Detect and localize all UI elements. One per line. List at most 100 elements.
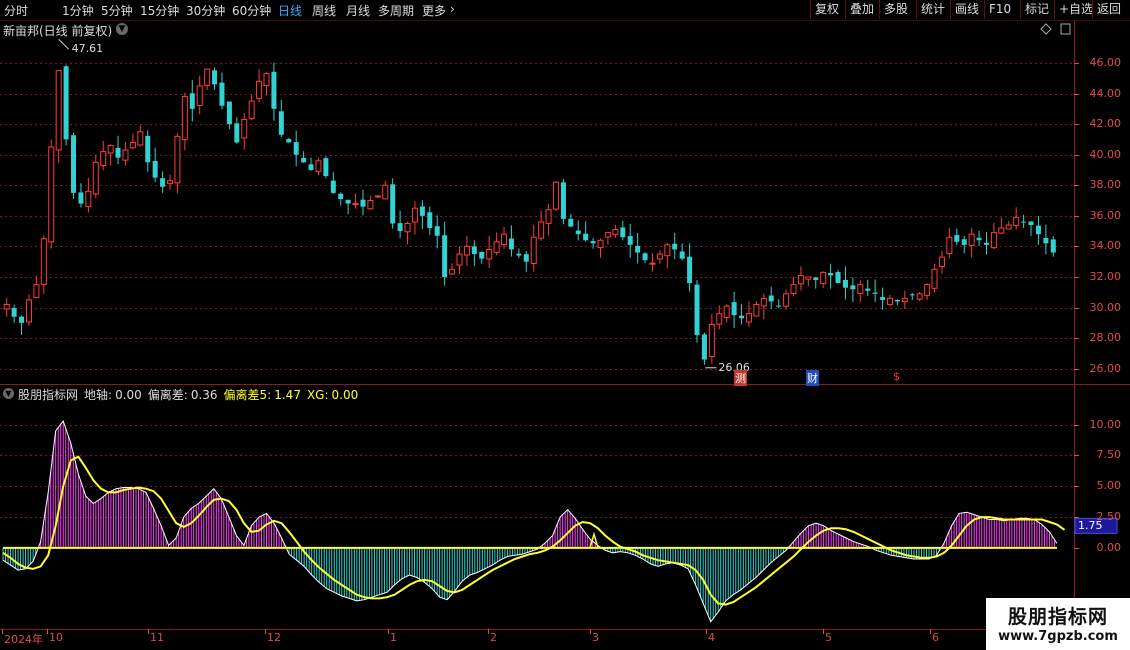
candle-body [538, 221, 545, 239]
candle-body [63, 66, 69, 140]
candle-body [998, 227, 1005, 234]
current-value-text: 1.75 [1078, 519, 1103, 533]
candle-body [813, 277, 819, 281]
candle-body [508, 238, 514, 250]
candle-body [880, 297, 886, 300]
candle-body [167, 180, 174, 185]
price-axis-label: 32.00 [1089, 269, 1122, 283]
event-marker-0[interactable]: 测 [734, 370, 747, 386]
candle-body [545, 209, 552, 224]
candle-body [857, 284, 864, 295]
month-label: 1 [390, 631, 397, 644]
candle-body [820, 271, 827, 285]
candle-body [471, 246, 477, 255]
candle-body [716, 313, 723, 325]
candle-body [278, 111, 284, 135]
candle-body [323, 158, 329, 177]
candle-body [523, 254, 529, 262]
candle-body [701, 334, 707, 360]
candle-body [404, 222, 411, 233]
candle-body [181, 96, 188, 141]
diamond-icon [1040, 23, 1052, 35]
candle-body [25, 299, 32, 323]
candle-body [590, 241, 596, 244]
candle-body [842, 279, 848, 288]
candle-body [479, 252, 485, 259]
indicator-item-value-1: 0.36 [190, 388, 218, 402]
indicator-chevron-icon[interactable]: ▼ [3, 388, 14, 399]
month-label: 4 [708, 631, 715, 644]
candle-body [805, 276, 812, 280]
candle-body [530, 236, 537, 264]
indicator-axis-label: 5.00 [1096, 479, 1122, 493]
candle-body [122, 149, 129, 161]
candle-body [560, 182, 566, 219]
candle-body [92, 161, 99, 195]
candle-body [931, 268, 938, 289]
candle-body [301, 157, 307, 163]
candle-body [286, 139, 292, 143]
candle-body [219, 82, 225, 106]
indicator-legend: 股朋指标网 地轴: 0.00 偏离差: 0.36 偏离差5: 1.47 XG: 0.00 [18, 386, 364, 403]
candle-body [419, 206, 425, 216]
indicator-item-value-2: 1.47 [274, 388, 301, 402]
deviation-line [2, 419, 1058, 623]
candle-body [760, 297, 767, 307]
candle-body [990, 232, 997, 249]
candle-body [687, 256, 693, 284]
price-axis-label: 38.00 [1089, 178, 1122, 192]
month-label: 6 [932, 631, 939, 644]
candle-body [797, 274, 804, 285]
candle-body [19, 316, 25, 323]
candle-body [642, 253, 648, 261]
candle-body [234, 123, 240, 143]
indicator-item-label-3: XG: [306, 388, 329, 402]
candle-body [501, 233, 508, 246]
candle-body [360, 199, 366, 207]
candle-body [78, 192, 84, 204]
candle-body [708, 323, 715, 358]
month-label: 5 [825, 631, 832, 644]
candle-body [115, 147, 121, 158]
event-marker-2[interactable]: $ [892, 370, 901, 383]
candle-body [486, 248, 493, 260]
event-marker-1[interactable]: 财 [806, 370, 819, 386]
candle-body [315, 160, 322, 172]
candle-body [612, 229, 619, 236]
candle-body [976, 237, 982, 241]
candle-body [1013, 216, 1020, 226]
candle-body [196, 85, 203, 106]
candle-body [745, 313, 752, 323]
candle-body [776, 305, 782, 307]
month-label: 3 [592, 631, 599, 644]
candle-body [1043, 237, 1049, 244]
candle-body [434, 226, 440, 236]
candle-body [3, 303, 10, 310]
candle-body [1005, 224, 1012, 230]
candle-body [627, 236, 633, 245]
candle-body [679, 251, 685, 259]
watermark-title: 股朋指标网 [1007, 606, 1108, 628]
indicator-item-label-1: 偏离差: [147, 388, 188, 402]
candle-body [1035, 225, 1041, 235]
candle-body [427, 212, 433, 229]
candle-body [872, 292, 878, 294]
high-pointer [58, 38, 70, 50]
candle-body [739, 315, 745, 319]
indicator-axis-label: 0.00 [1096, 540, 1122, 554]
indicator-axis-label: 10.00 [1089, 417, 1122, 431]
month-label: 12 [267, 631, 281, 644]
candle-body [449, 268, 456, 275]
chart-canvas[interactable] [0, 0, 1130, 650]
candle-body [330, 180, 336, 193]
candle-body [107, 144, 114, 154]
candle-body [40, 238, 47, 286]
candle-body [790, 284, 797, 295]
candle-body [635, 245, 641, 253]
candle-body [397, 223, 403, 232]
indicator-item-label-0: 地轴: [84, 388, 113, 402]
candle-body [916, 293, 923, 300]
panel-toggle-icon [1060, 23, 1071, 35]
high-price-label: 47.61 [71, 42, 104, 56]
month-label: 2024年 [4, 633, 43, 646]
